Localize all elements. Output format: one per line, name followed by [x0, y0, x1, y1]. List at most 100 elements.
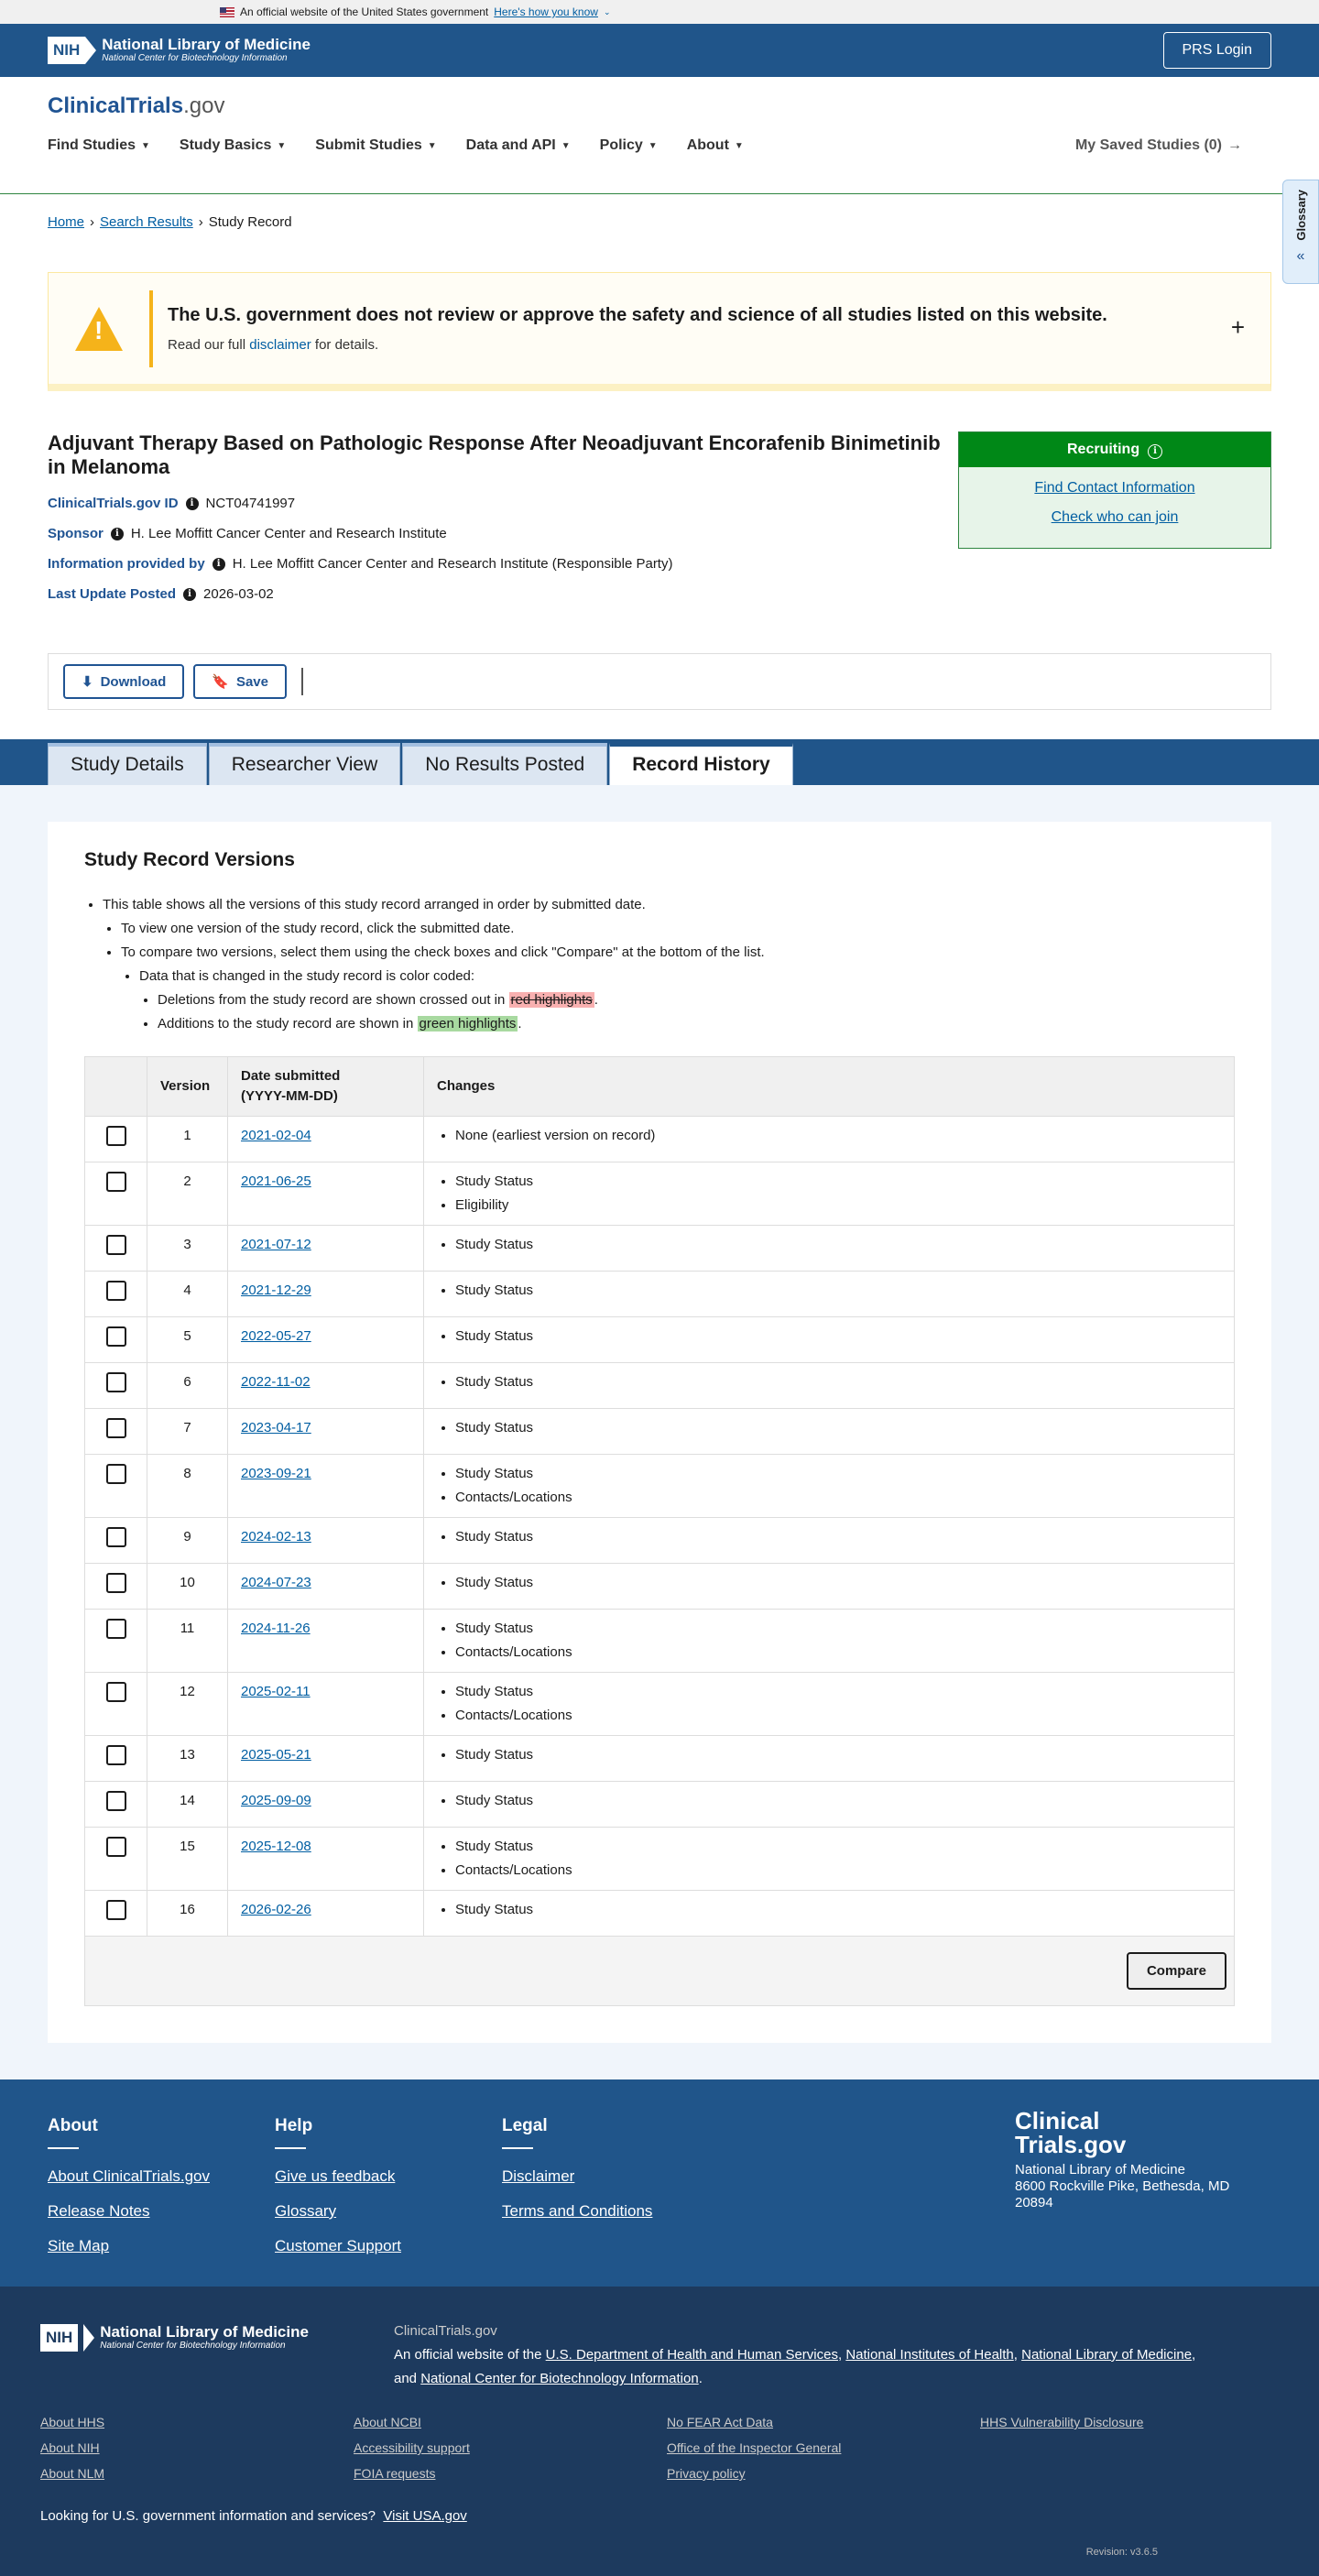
- version-checkbox[interactable]: [105, 1682, 126, 1702]
- tab-no-results[interactable]: No Results Posted: [402, 743, 608, 785]
- footer-link[interactable]: Site Map: [48, 2237, 275, 2255]
- list-item: Data that is changed in the study record…: [139, 965, 1235, 988]
- footer2-link[interactable]: HHS Vulnerability Disclosure: [980, 2415, 1293, 2429]
- version-date-link[interactable]: 2023-09-21: [241, 1466, 311, 1481]
- info-icon[interactable]: i: [110, 527, 124, 540]
- history-card: Study Record Versions This table shows a…: [48, 822, 1271, 2043]
- version-date-link[interactable]: 2022-05-27: [241, 1328, 311, 1344]
- version-checkbox[interactable]: [105, 1527, 126, 1547]
- prs-login-button[interactable]: PRS Login: [1162, 32, 1271, 69]
- version-date-link[interactable]: 2024-11-26: [241, 1621, 311, 1636]
- info-icon[interactable]: i: [183, 587, 197, 601]
- version-checkbox[interactable]: [105, 1418, 126, 1438]
- version-date-link[interactable]: 2021-06-25: [241, 1173, 311, 1189]
- footer-link[interactable]: Disclaimer: [502, 2167, 729, 2186]
- version-date-link[interactable]: 2022-11-02: [241, 1374, 311, 1390]
- footer-link[interactable]: Give us feedback: [275, 2167, 502, 2186]
- footer-link[interactable]: Customer Support: [275, 2237, 502, 2255]
- nav-submit-studies[interactable]: Submit Studies ▼: [315, 137, 436, 154]
- change-item: Study Status: [455, 1680, 1221, 1704]
- ncbi-subtitle: National Center for Biotechnology Inform…: [100, 2341, 286, 2351]
- changes-list: Study Status: [437, 1416, 1221, 1440]
- change-item: Contacts/Locations: [455, 1704, 1221, 1728]
- usagov-link[interactable]: Visit USA.gov: [383, 2508, 466, 2524]
- version-date-link[interactable]: 2026-02-26: [241, 1902, 311, 1917]
- nav-policy[interactable]: Policy ▼: [600, 137, 658, 154]
- footer2-link[interactable]: No FEAR Act Data: [667, 2415, 980, 2429]
- info-icon[interactable]: i: [1148, 444, 1162, 459]
- version-checkbox[interactable]: [105, 1791, 126, 1811]
- find-contact-link[interactable]: Find Contact Information: [959, 480, 1270, 497]
- version-date-link[interactable]: 2021-07-12: [241, 1237, 311, 1252]
- version-checkbox[interactable]: [105, 1619, 126, 1639]
- nav-about[interactable]: About ▼: [687, 137, 744, 154]
- version-date-link[interactable]: 2021-12-29: [241, 1283, 311, 1298]
- ct-logo[interactable]: ClinicalTrials.gov: [48, 93, 1271, 119]
- bookmark-icon: 🔖: [212, 674, 229, 690]
- nav-find-studies[interactable]: Find Studies ▼: [48, 137, 150, 154]
- table-row: 1 2021-02-04 None (earliest version on r…: [84, 1116, 1235, 1162]
- chevron-down-icon: ⌄: [603, 6, 611, 16]
- footer2-link[interactable]: About NCBI: [354, 2415, 667, 2429]
- version-date-link[interactable]: 2025-05-21: [241, 1747, 311, 1763]
- changes-list: Study Status: [437, 1743, 1221, 1767]
- breadcrumb-home[interactable]: Home: [48, 214, 84, 230]
- version-checkbox[interactable]: [105, 1172, 126, 1192]
- version-checkbox[interactable]: [105, 1573, 126, 1593]
- saved-studies-link[interactable]: My Saved Studies (0) →: [1075, 137, 1242, 154]
- compare-button[interactable]: Compare: [1126, 1952, 1226, 1990]
- version-date-link[interactable]: 2025-09-09: [241, 1793, 311, 1808]
- heres-how-link[interactable]: Here's how you know: [494, 5, 598, 18]
- nih-logo[interactable]: NIH National Library of Medicine Nationa…: [48, 37, 311, 64]
- check-join-link[interactable]: Check who can join: [959, 509, 1270, 526]
- version-date-link[interactable]: 2025-02-11: [241, 1684, 311, 1699]
- version-date-link[interactable]: 2023-04-17: [241, 1420, 311, 1435]
- nlm-link[interactable]: National Library of Medicine: [1021, 2347, 1192, 2363]
- version-checkbox[interactable]: [105, 1235, 126, 1255]
- version-date-link[interactable]: 2024-07-23: [241, 1575, 311, 1590]
- version-checkbox[interactable]: [105, 1126, 126, 1146]
- desc-pre: An official website of the: [394, 2347, 542, 2363]
- hhs-link[interactable]: U.S. Department of Health and Human Serv…: [546, 2347, 838, 2363]
- footer-logo-line1: Clinical: [1015, 2107, 1100, 2134]
- disclaimer-link[interactable]: disclaimer: [249, 337, 311, 353]
- version-date-link[interactable]: 2025-12-08: [241, 1839, 311, 1854]
- version-checkbox[interactable]: [105, 1326, 126, 1347]
- tab-record-history[interactable]: Record History: [609, 743, 793, 785]
- ncbi-link[interactable]: National Center for Biotechnology Inform…: [420, 2371, 699, 2386]
- footer2-link[interactable]: Accessibility support: [354, 2440, 667, 2455]
- version-date-link[interactable]: 2024-02-13: [241, 1529, 311, 1545]
- footer-link[interactable]: Terms and Conditions: [502, 2202, 729, 2221]
- tab-researcher-view[interactable]: Researcher View: [208, 743, 401, 785]
- nih-link[interactable]: National Institutes of Health: [845, 2347, 1013, 2363]
- footer2-link[interactable]: About NIH: [40, 2440, 354, 2455]
- version-checkbox[interactable]: [105, 1464, 126, 1484]
- footer2-link[interactable]: About HHS: [40, 2415, 354, 2429]
- footer2-link[interactable]: Office of the Inspector General: [667, 2440, 980, 2455]
- footer-nih-logo[interactable]: NIH National Library of Medicine National…: [40, 2319, 394, 2356]
- version-checkbox[interactable]: [105, 1745, 126, 1765]
- version-checkbox[interactable]: [105, 1837, 126, 1857]
- tab-study-details[interactable]: Study Details: [48, 743, 207, 785]
- expand-plus-icon[interactable]: +: [1231, 313, 1245, 342]
- footer-link[interactable]: About ClinicalTrials.gov: [48, 2167, 275, 2186]
- version-checkbox[interactable]: [105, 1372, 126, 1392]
- info-icon[interactable]: i: [185, 497, 199, 510]
- footer-link[interactable]: Glossary: [275, 2202, 502, 2221]
- table-row: 3 2021-07-12 Study Status: [84, 1225, 1235, 1272]
- footer2-link[interactable]: Privacy policy: [667, 2466, 980, 2481]
- version-date-link[interactable]: 2021-02-04: [241, 1128, 311, 1143]
- footer2-link[interactable]: FOIA requests: [354, 2466, 667, 2481]
- save-button[interactable]: 🔖 Save: [193, 664, 287, 699]
- version-checkbox[interactable]: [105, 1900, 126, 1920]
- nav-data-api[interactable]: Data and API ▼: [466, 137, 571, 154]
- download-button[interactable]: ⬇ Download: [63, 664, 185, 699]
- footer2-link[interactable]: About NLM: [40, 2466, 354, 2481]
- glossary-tab[interactable]: Glossary «: [1282, 180, 1319, 284]
- info-icon[interactable]: i: [212, 557, 225, 571]
- footer-link[interactable]: Release Notes: [48, 2202, 275, 2221]
- version-checkbox[interactable]: [105, 1281, 126, 1301]
- nav-study-basics[interactable]: Study Basics ▼: [180, 137, 286, 154]
- nih-arrow-icon: [85, 37, 97, 64]
- breadcrumb-search-results[interactable]: Search Results: [100, 214, 193, 230]
